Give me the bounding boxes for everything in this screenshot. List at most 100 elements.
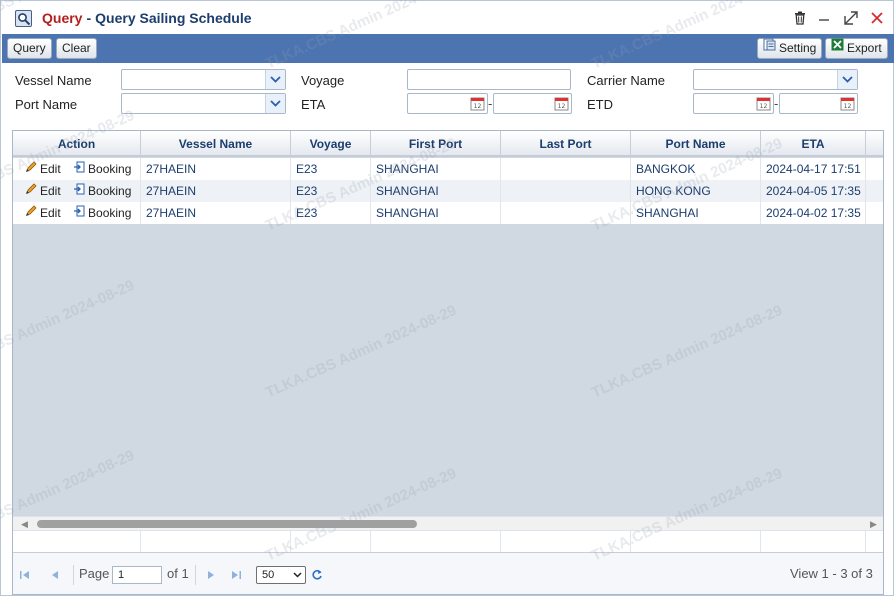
vessel-name-select[interactable] — [121, 69, 286, 90]
title-bar: Query - Query Sailing Schedule — [1, 1, 893, 34]
eta-label: ETA — [301, 97, 326, 112]
first-port-cell: SHANGHAI — [371, 180, 501, 202]
table-row[interactable]: Edit Booking 27HAEIN E23 SHANGHAI BANGKO… — [13, 158, 883, 180]
scroll-right-icon[interactable]: ▶ — [870, 519, 877, 530]
calendar-icon[interactable]: 12 — [840, 96, 855, 111]
eta-to-input[interactable]: 12 — [493, 93, 572, 114]
carrier-name-label: Carrier Name — [587, 73, 666, 88]
refresh-icon[interactable] — [311, 569, 323, 581]
booking-action[interactable]: Booking — [73, 183, 131, 198]
svg-text:12: 12 — [558, 103, 566, 110]
setting-label: Setting — [779, 41, 817, 55]
eta-from-input[interactable]: 12 — [407, 93, 488, 114]
column-header-action[interactable]: Action — [13, 131, 141, 157]
booking-icon — [73, 202, 85, 224]
scrollbar-thumb[interactable] — [37, 520, 417, 528]
scroll-left-icon[interactable]: ◀ — [21, 519, 28, 530]
column-header-last-port[interactable]: Last Port — [501, 131, 631, 157]
last-port-cell — [501, 158, 631, 180]
table-row[interactable]: Edit Booking 27HAEIN E23 SHANGHAI HONG K… — [13, 180, 883, 202]
trash-icon[interactable] — [792, 10, 808, 26]
booking-action[interactable]: Booking — [73, 161, 131, 176]
window-title: Query - Query Sailing Schedule — [42, 10, 252, 26]
query-sailing-schedule-window: Query - Query Sailing Schedule Query Clear… — [0, 0, 894, 596]
port-name-cell: SHANGHAI — [631, 202, 761, 224]
edit-action[interactable]: Edit — [25, 161, 61, 176]
edit-action[interactable]: Edit — [25, 183, 61, 198]
carrier-name-select[interactable] — [693, 69, 858, 90]
previous-page-icon[interactable] — [49, 569, 61, 581]
page-size-select[interactable]: 50 — [256, 566, 306, 584]
pager: Page 1 of 1 50 View 1 - 3 of 3 — [13, 552, 883, 594]
pencil-icon — [25, 180, 37, 202]
column-header-voyage[interactable]: Voyage — [291, 131, 371, 157]
first-port-cell: SHANGHAI — [371, 202, 501, 224]
grid-header: Action Vessel Name Voyage First Port Las… — [13, 131, 883, 157]
horizontal-scrollbar[interactable]: ◀ ▶ — [13, 516, 883, 530]
calendar-icon[interactable]: 12 — [756, 96, 771, 111]
svg-text:12: 12 — [474, 103, 482, 110]
eta-cell: 2024-04-17 17:51 — [761, 158, 866, 180]
view-record-count: View 1 - 3 of 3 — [790, 566, 873, 581]
toolbar: Query Clear Setting Export — [2, 34, 894, 63]
port-name-select[interactable] — [121, 93, 286, 114]
window-title-part2: Query Sailing Schedule — [95, 10, 252, 26]
pager-separator — [73, 565, 74, 585]
excel-icon — [831, 38, 844, 57]
vessel-name-cell: 27HAEIN — [141, 180, 291, 202]
etd-from-input[interactable]: 12 — [693, 93, 774, 114]
first-page-icon[interactable] — [19, 569, 31, 581]
vessel-name-cell: 27HAEIN — [141, 158, 291, 180]
action-cell: Edit Booking — [13, 158, 141, 180]
search-icon — [15, 10, 32, 27]
port-name-cell: HONG KONG — [631, 180, 761, 202]
eta-cell: 2024-04-05 17:35 — [761, 180, 866, 202]
voyage-cell: E23 — [291, 180, 371, 202]
port-name-cell: BANGKOK — [631, 158, 761, 180]
column-header-first-port[interactable]: First Port — [371, 131, 501, 157]
footer-cell — [141, 531, 291, 553]
voyage-cell: E23 — [291, 202, 371, 224]
next-page-icon[interactable] — [205, 569, 217, 581]
column-header-port-name[interactable]: Port Name — [631, 131, 761, 157]
action-cell: Edit Booking — [13, 202, 141, 224]
query-button[interactable]: Query — [7, 38, 52, 59]
minimize-icon[interactable] — [816, 10, 832, 26]
page-number-input[interactable]: 1 — [112, 566, 162, 584]
voyage-input[interactable] — [407, 69, 571, 90]
table-row[interactable]: Edit Booking 27HAEIN E23 SHANGHAI SHANGH… — [13, 202, 883, 224]
svg-text:12: 12 — [760, 103, 768, 110]
pencil-icon — [25, 202, 37, 224]
column-header-eta[interactable]: ETA — [761, 131, 866, 157]
chevron-down-icon — [265, 94, 285, 113]
setting-button[interactable]: Setting — [757, 38, 823, 59]
page-size-value: 50 — [262, 569, 275, 581]
eta-range-separator: - — [488, 96, 493, 111]
edit-action[interactable]: Edit — [25, 205, 61, 220]
footer-cell — [501, 531, 631, 553]
close-icon[interactable] — [869, 10, 885, 26]
calendar-icon[interactable]: 12 — [470, 96, 485, 111]
export-button[interactable]: Export — [825, 38, 888, 59]
clear-button[interactable]: Clear — [56, 38, 97, 59]
svg-text:12: 12 — [844, 103, 852, 110]
pager-separator — [195, 565, 196, 585]
footer-cell — [631, 531, 761, 553]
page-count-label: of 1 — [167, 566, 189, 581]
column-header-vessel-name[interactable]: Vessel Name — [141, 131, 291, 157]
voyage-label: Voyage — [301, 73, 345, 88]
calendar-icon[interactable]: 12 — [554, 96, 569, 111]
maximize-icon[interactable] — [843, 10, 859, 26]
etd-label: ETD — [587, 97, 613, 112]
booking-icon — [73, 158, 85, 180]
schedule-grid: Action Vessel Name Voyage First Port Las… — [12, 130, 884, 595]
booking-action[interactable]: Booking — [73, 205, 131, 220]
pencil-icon — [25, 158, 37, 180]
action-cell: Edit Booking — [13, 180, 141, 202]
last-port-cell — [501, 202, 631, 224]
voyage-cell: E23 — [291, 158, 371, 180]
chevron-down-icon — [265, 70, 285, 89]
vessel-name-label: Vessel Name — [15, 73, 92, 88]
etd-to-input[interactable]: 12 — [779, 93, 858, 114]
last-page-icon[interactable] — [230, 569, 242, 581]
